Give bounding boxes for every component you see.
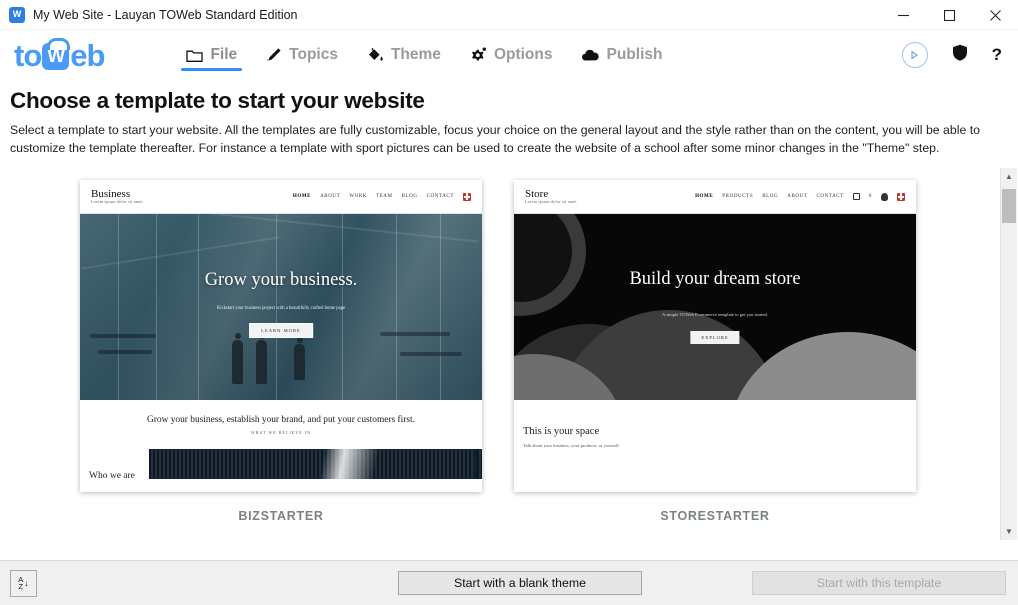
- tab-options[interactable]: Options: [455, 30, 567, 80]
- start-with-template-button: Start with this template: [752, 571, 1006, 595]
- preview-nav-team: TEAM: [375, 194, 393, 200]
- preview-nav-products: PRODUCTS: [722, 194, 754, 200]
- preview-nav-about: ABOUT: [787, 194, 808, 200]
- footer-bar: A Z ↓ Start with a blank theme Start wit…: [0, 560, 1018, 605]
- preview-hero-button: EXPLORE: [690, 331, 740, 345]
- gear-icon: [469, 47, 487, 63]
- preview-nav-blog: BLOG: [762, 194, 779, 200]
- start-blank-theme-button[interactable]: Start with a blank theme: [398, 571, 642, 595]
- toweb-app-icon: W: [9, 6, 25, 23]
- template-gallery-region: Business Lorem ipsum dolor sit amet HOME…: [0, 168, 1018, 541]
- tab-publish[interactable]: Publish: [567, 30, 677, 80]
- window-title: My Web Site - Lauyan TOWeb Standard Edit…: [33, 7, 298, 22]
- tab-theme-label: Theme: [390, 46, 441, 63]
- preview-section-heading: Who we are: [89, 471, 135, 482]
- shield-icon[interactable]: [952, 44, 968, 66]
- template-label-bizstarter: BIZSTARTER: [238, 509, 324, 524]
- folder-icon: [186, 48, 204, 63]
- paint-bucket-icon: [366, 47, 384, 63]
- scroll-up-button[interactable]: ▲: [1001, 168, 1017, 185]
- window-titlebar: W My Web Site - Lauyan TOWeb Standard Ed…: [0, 0, 1018, 30]
- preview-hero-bizstarter: Grow your business. Kickstart your busin…: [80, 214, 482, 401]
- preview-section-text: Talk about your business, your products,…: [523, 443, 620, 449]
- tab-file[interactable]: File: [172, 30, 251, 80]
- preview-site-nav: HOME ABOUT WORK TEAM BLOG CONTACT: [292, 192, 471, 201]
- scroll-down-button[interactable]: ▼: [1001, 523, 1017, 540]
- minimize-icon: [897, 14, 909, 16]
- swiss-flag-icon: [463, 192, 471, 201]
- preview-nav-home: HOME: [695, 194, 714, 200]
- preview-site-header: Store Lorem ipsum dolor sit amet HOME PR…: [514, 180, 916, 214]
- page-title: Choose a template to start your website: [10, 88, 425, 113]
- sort-az-letters: A Z: [18, 575, 24, 591]
- minimize-button[interactable]: [880, 0, 926, 30]
- preview-hero-title: Build your dream store: [629, 269, 801, 290]
- preview-nav-work: WORK: [349, 194, 367, 200]
- tab-topics-label: Topics: [289, 46, 338, 63]
- preview-hero-storestarter: Build your dream store A simple TOWeb Ec…: [514, 214, 916, 401]
- sort-az-button[interactable]: A Z ↓: [10, 569, 37, 597]
- template-preview-storestarter[interactable]: Store Lorem ipsum dolor sit amet HOME PR…: [514, 180, 916, 493]
- preview-brand: Business Lorem ipsum dolor sit amet: [91, 188, 143, 205]
- template-card-bizstarter[interactable]: Business Lorem ipsum dolor sit amet HOME…: [80, 180, 482, 540]
- preview-section-slogan: Grow your business, establish your brand…: [147, 415, 415, 426]
- help-icon[interactable]: ?: [992, 45, 1002, 65]
- cloud-upload-icon: [581, 48, 600, 63]
- nav-tabs: File Topics Theme Options Publish: [172, 30, 676, 80]
- close-icon: [989, 9, 1001, 21]
- preview-site-nav: HOME PRODUCTS BLOG ABOUT CONTACT 0: [695, 192, 905, 201]
- logo-text-left: to: [14, 37, 42, 73]
- cart-count: 0: [868, 194, 872, 200]
- preview-lower-storestarter: This is your space Talk about your busin…: [514, 400, 916, 449]
- page-header: Choose a template to start your website …: [0, 80, 1018, 157]
- preview-nav-about: ABOUT: [320, 194, 341, 200]
- preview-nav-contact: CONTACT: [816, 194, 844, 200]
- toolbar-actions: ?: [901, 42, 1002, 68]
- toweb-logo[interactable]: to Web: [14, 37, 105, 73]
- user-account-icon: [881, 192, 888, 201]
- maximize-icon: [943, 9, 955, 21]
- template-gallery: Business Lorem ipsum dolor sit amet HOME…: [0, 168, 1018, 540]
- logo-w-badge: W: [42, 37, 71, 70]
- maximize-button[interactable]: [926, 0, 972, 30]
- sort-letter-z: Z: [18, 582, 24, 591]
- main-toolbar: to Web File Topics Theme Options Publish…: [0, 30, 1018, 80]
- logo-text-right: eb: [70, 37, 105, 73]
- preview-hero-title: Grow your business.: [204, 270, 358, 291]
- preview-section-heading: This is your space: [523, 426, 600, 438]
- swiss-flag-icon: [897, 192, 905, 201]
- tab-theme[interactable]: Theme: [352, 30, 455, 80]
- window-controls: [880, 0, 1018, 30]
- scrollbar-track[interactable]: [1001, 185, 1017, 523]
- tab-publish-label: Publish: [606, 46, 663, 63]
- sort-arrow-icon: ↓: [24, 577, 29, 588]
- shopping-cart-icon: [852, 193, 860, 201]
- close-button[interactable]: [972, 0, 1018, 30]
- preview-lower-bizstarter: Grow your business, establish your brand…: [80, 400, 482, 484]
- preview-hero-button: LEARN MORE: [249, 323, 313, 339]
- preview-site-header: Business Lorem ipsum dolor sit amet HOME…: [80, 180, 482, 214]
- preview-who-we-are-row: Who we are: [80, 449, 482, 483]
- preview-nav-contact: CONTACT: [426, 194, 454, 200]
- pencil-icon: [265, 47, 282, 63]
- preview-section-image: [148, 449, 482, 480]
- tab-options-label: Options: [493, 46, 553, 63]
- preview-section-kicker: WHAT WE BELIEVE IN: [250, 431, 312, 436]
- preview-hero-subtitle: Kickstart your business project with a b…: [216, 306, 346, 312]
- template-card-storestarter[interactable]: Store Lorem ipsum dolor sit amet HOME PR…: [514, 180, 916, 540]
- preview-nav-blog: BLOG: [401, 194, 418, 200]
- preview-brand-tagline: Lorem ipsum dolor sit amet: [525, 199, 577, 205]
- preview-brand: Store Lorem ipsum dolor sit amet: [525, 188, 577, 205]
- page-description: Select a template to start your website.…: [10, 123, 980, 156]
- scrollbar-thumb[interactable]: [1002, 189, 1016, 224]
- tab-file-label: File: [210, 46, 238, 63]
- template-label-storestarter: STORESTARTER: [660, 509, 770, 524]
- preview-nav-home: HOME: [292, 194, 312, 200]
- tab-topics[interactable]: Topics: [251, 30, 352, 80]
- preview-play-icon[interactable]: [901, 42, 928, 68]
- preview-hero-subtitle: A simple TOWeb Ecommerce template to get…: [662, 312, 768, 318]
- template-preview-bizstarter[interactable]: Business Lorem ipsum dolor sit amet HOME…: [80, 180, 482, 493]
- preview-brand-tagline: Lorem ipsum dolor sit amet: [91, 199, 143, 205]
- gallery-scrollbar[interactable]: ▲ ▼: [1000, 168, 1017, 541]
